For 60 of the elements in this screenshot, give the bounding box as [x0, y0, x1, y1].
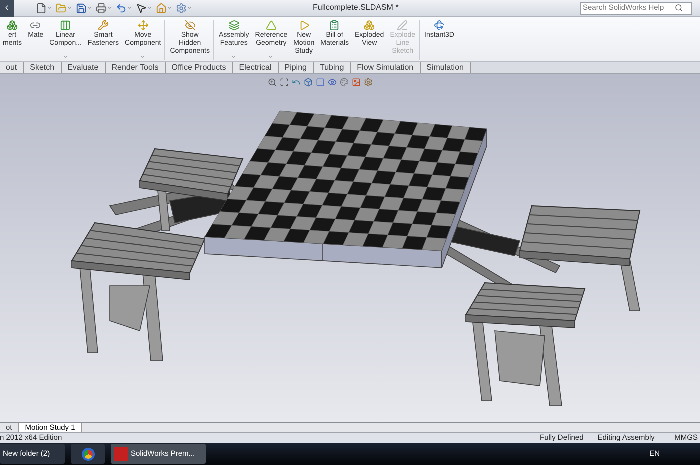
view-tool-icon[interactable]	[328, 78, 337, 87]
boxes-icon	[7, 20, 18, 31]
caret-icon[interactable]	[87, 5, 93, 11]
save-icon[interactable]	[76, 2, 87, 14]
tab[interactable]: Piping	[278, 62, 314, 73]
caret-icon	[140, 54, 146, 60]
view-tool-icon[interactable]	[292, 78, 301, 87]
view-tool-icon[interactable]	[304, 78, 313, 87]
folder-icon[interactable]	[56, 2, 67, 14]
taskbar-button[interactable]	[71, 444, 105, 464]
clipboard-icon	[329, 20, 340, 31]
triangle-icon	[266, 20, 277, 31]
view-tool-icon[interactable]	[340, 78, 349, 87]
link-icon	[30, 20, 42, 31]
menu-button[interactable]	[0, 0, 14, 16]
tab[interactable]: Evaluate	[62, 62, 106, 73]
view-tool-icon[interactable]	[316, 78, 325, 87]
tab[interactable]: Flow Simulation	[351, 62, 421, 73]
view-tool-icon[interactable]	[268, 78, 277, 87]
columns-icon	[60, 20, 72, 31]
caret-icon[interactable]	[147, 5, 153, 11]
pointer-icon[interactable]	[136, 2, 147, 14]
layers-icon	[228, 20, 240, 31]
caret-icon[interactable]	[127, 5, 133, 11]
tab[interactable]: Tubing	[314, 62, 352, 73]
app-icon	[114, 447, 128, 461]
tab[interactable]: out	[0, 62, 24, 73]
wrench-icon	[98, 20, 109, 31]
window-title: Fullcomplete.SLDASM *	[313, 2, 399, 14]
view-tool-icon[interactable]	[364, 78, 373, 87]
caret-icon	[268, 54, 274, 60]
caret-icon[interactable]	[187, 5, 193, 11]
caret-icon[interactable]	[47, 5, 53, 11]
tab[interactable]: Simulation	[420, 62, 471, 73]
chevron-icon	[3, 4, 11, 12]
eye-off-icon	[184, 20, 196, 31]
view-tool-icon[interactable]	[280, 78, 289, 87]
caret-icon[interactable]	[67, 5, 73, 11]
caret-icon[interactable]	[167, 5, 173, 11]
move-icon	[138, 20, 149, 31]
pen-icon	[397, 20, 408, 31]
graphics-viewport[interactable]	[0, 74, 700, 422]
undo-icon[interactable]	[116, 2, 127, 14]
house-icon[interactable]	[156, 2, 167, 14]
printer-icon[interactable]	[96, 2, 107, 14]
play-icon	[298, 20, 310, 31]
caret-icon	[62, 54, 69, 60]
tab[interactable]: Render Tools	[106, 62, 166, 73]
tab[interactable]: Sketch	[24, 62, 62, 73]
settings-icon[interactable]	[176, 2, 187, 14]
boxes-icon	[364, 20, 376, 31]
new-file-icon[interactable]	[36, 2, 47, 14]
rotate-3d-icon	[434, 20, 445, 31]
tab[interactable]: Office Products	[166, 62, 234, 73]
caret-icon[interactable]	[107, 5, 113, 11]
browser-icon	[82, 448, 94, 460]
tab[interactable]: Electrical	[233, 62, 279, 73]
caret-icon	[231, 54, 238, 60]
search-icon[interactable]	[675, 4, 683, 12]
view-tool-icon[interactable]	[352, 78, 361, 87]
